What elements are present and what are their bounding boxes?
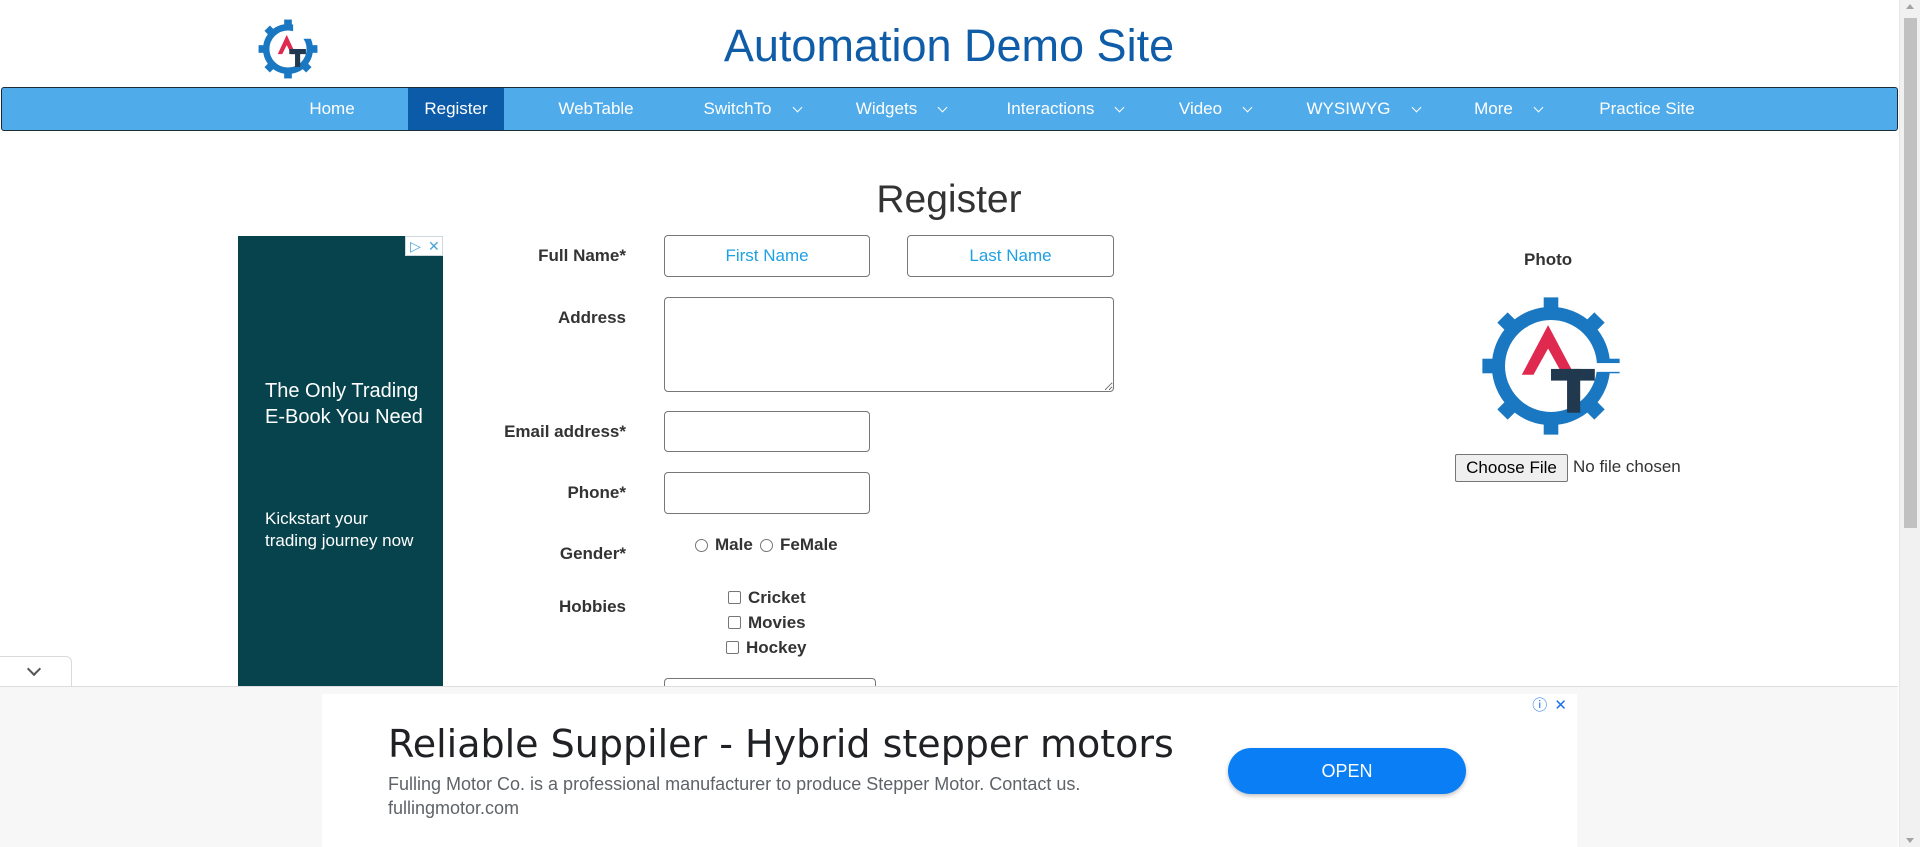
phone-label: Phone* bbox=[567, 483, 626, 502]
scroll-up-icon[interactable] bbox=[1906, 4, 1914, 9]
info-icon[interactable]: ⓘ bbox=[1532, 697, 1547, 714]
file-status: No file chosen bbox=[1573, 457, 1681, 476]
gender-female-label[interactable]: FeMale bbox=[780, 535, 838, 555]
ad-headline: The Only Trading E-Book You Need bbox=[265, 380, 423, 428]
choose-file-button[interactable]: Choose File bbox=[1455, 454, 1568, 482]
nav-practice-site-label: Practice Site bbox=[1599, 99, 1695, 118]
address-textarea[interactable] bbox=[664, 297, 1114, 392]
email-label: Email address* bbox=[504, 422, 626, 441]
gender-female-radio[interactable] bbox=[760, 539, 773, 552]
ad-domain[interactable]: fullingmotor.com bbox=[388, 798, 519, 819]
nav-interactions[interactable]: Interactions bbox=[996, 88, 1134, 130]
nav-video-label: Video bbox=[1178, 99, 1223, 118]
nav-widgets[interactable]: Widgets bbox=[846, 88, 956, 130]
hobby-hockey-checkbox[interactable] bbox=[726, 641, 739, 654]
chevron-down-icon bbox=[26, 661, 42, 677]
nav-register-label: Register bbox=[424, 99, 488, 118]
chevron-down-icon bbox=[1533, 102, 1544, 113]
nav-widgets-label: Widgets bbox=[855, 99, 918, 118]
page-scrollbar[interactable] bbox=[1899, 0, 1920, 847]
hobby-cricket-label[interactable]: Cricket bbox=[748, 588, 806, 608]
nav-register[interactable]: Register bbox=[408, 88, 504, 130]
collapse-ad-button[interactable] bbox=[0, 656, 72, 686]
close-icon[interactable]: ✕ bbox=[1554, 697, 1567, 714]
ad-body: Kickstart your trading journey now bbox=[265, 509, 414, 550]
nav-webtable-label: WebTable bbox=[558, 99, 634, 118]
main-nav: Home Register WebTable SwitchTo Widgets … bbox=[1, 87, 1898, 131]
scrollbar-thumb[interactable] bbox=[1904, 18, 1917, 528]
hobby-movies-label[interactable]: Movies bbox=[748, 613, 806, 633]
hobby-movies-checkbox[interactable] bbox=[728, 616, 741, 629]
full-name-label: Full Name* bbox=[538, 246, 626, 265]
ad-info-controls[interactable]: ⓘ ✕ bbox=[1532, 694, 1567, 715]
chevron-down-icon bbox=[1242, 102, 1253, 113]
chevron-down-icon bbox=[937, 102, 948, 113]
scroll-down-icon[interactable] bbox=[1906, 838, 1914, 843]
nav-webtable[interactable]: WebTable bbox=[542, 88, 650, 130]
nav-more-label: More bbox=[1474, 99, 1513, 118]
nav-more[interactable]: More bbox=[1468, 88, 1548, 130]
nav-video[interactable]: Video bbox=[1168, 88, 1262, 130]
hobby-hockey-label[interactable]: Hockey bbox=[746, 638, 806, 658]
site-title: Automation Demo Site bbox=[723, 20, 1175, 71]
side-ad[interactable]: ▷ ✕ The Only Trading E-Book You Need Kic… bbox=[238, 236, 443, 686]
nav-wysiwyg[interactable]: WYSIWYG bbox=[1300, 88, 1426, 130]
bottom-ad[interactable]: ⓘ ✕ Reliable Suppiler - Hybrid stepper m… bbox=[322, 694, 1577, 847]
nav-practice-site[interactable]: Practice Site bbox=[1592, 88, 1702, 130]
hobbies-label: Hobbies bbox=[558, 597, 626, 616]
gender-male-radio[interactable] bbox=[695, 539, 708, 552]
gender-label: Gender* bbox=[559, 544, 626, 563]
photo-label: Photo bbox=[1524, 250, 1573, 269]
ad-open-button[interactable]: OPEN bbox=[1228, 748, 1466, 794]
chevron-down-icon bbox=[1411, 102, 1421, 113]
email-field[interactable] bbox=[664, 411, 870, 452]
photo-image bbox=[1478, 291, 1624, 441]
last-name-input[interactable] bbox=[907, 235, 1114, 277]
nav-wysiwyg-label: WYSIWYG bbox=[1306, 99, 1391, 118]
chevron-down-icon bbox=[1114, 102, 1125, 113]
phone-field[interactable] bbox=[664, 472, 870, 514]
ad-description: Fulling Motor Co. is a professional manu… bbox=[388, 774, 1081, 794]
adchoices-icon[interactable]: ▷ bbox=[410, 237, 421, 255]
address-label: Address bbox=[557, 308, 626, 327]
page-title: Register bbox=[876, 178, 1022, 221]
hobby-cricket-checkbox[interactable] bbox=[728, 591, 741, 604]
nav-home-label: Home bbox=[309, 99, 355, 118]
nav-switchto-label: SwitchTo bbox=[703, 99, 772, 118]
first-name-input[interactable] bbox=[664, 235, 870, 277]
gender-male-label[interactable]: Male bbox=[715, 535, 753, 555]
nav-interactions-label: Interactions bbox=[1006, 99, 1095, 118]
nav-home[interactable]: Home bbox=[294, 88, 370, 130]
nav-switchto[interactable]: SwitchTo bbox=[692, 88, 812, 130]
chevron-down-icon bbox=[792, 102, 802, 113]
ad-title[interactable]: Reliable Suppiler - Hybrid stepper motor… bbox=[388, 722, 1174, 766]
